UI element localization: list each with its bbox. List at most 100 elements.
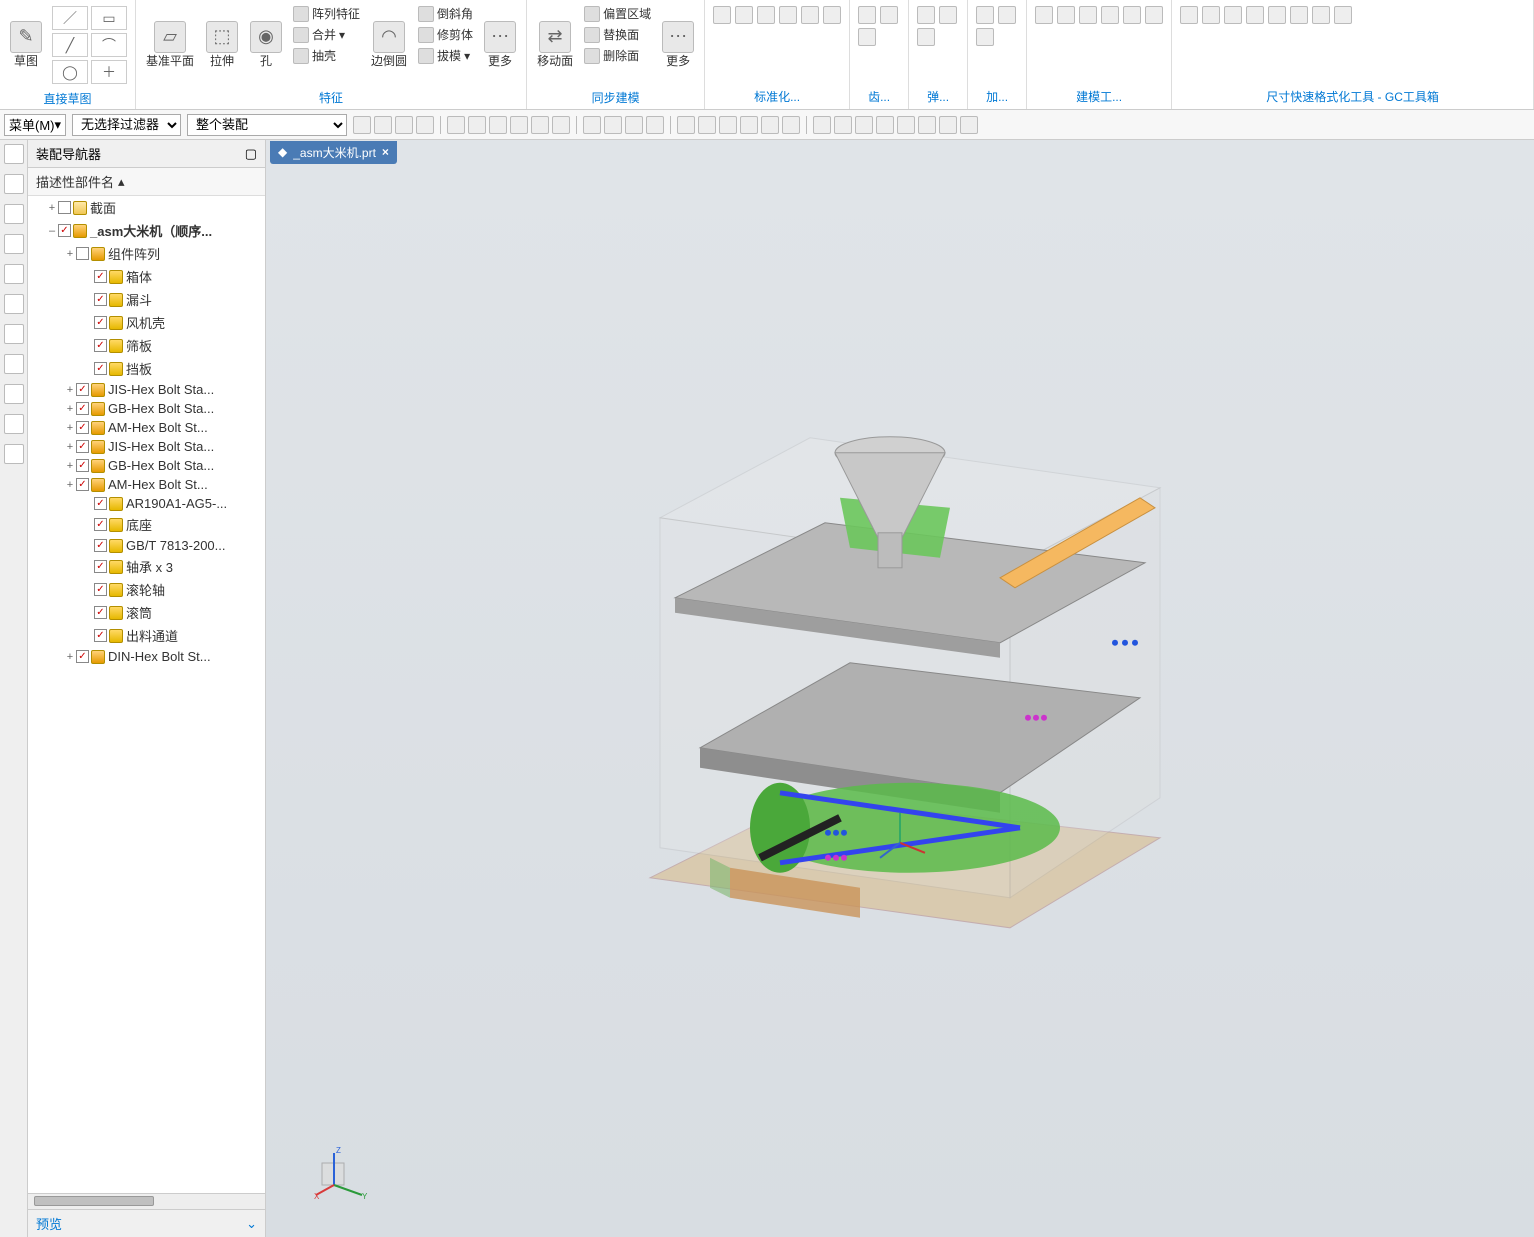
rail-ic9[interactable] — [4, 384, 24, 404]
checkbox[interactable] — [94, 606, 107, 619]
gear-ic3[interactable] — [858, 28, 876, 46]
tree-item-14[interactable]: AR190A1-AG5-... — [28, 494, 265, 513]
tree-item-1[interactable]: –_asm大米机（顺序... — [28, 219, 265, 242]
expand-icon[interactable]: + — [64, 248, 76, 260]
tb2-ic12[interactable] — [604, 116, 622, 134]
tb2-ic15[interactable] — [677, 116, 695, 134]
tree-item-2[interactable]: +组件阵列 — [28, 242, 265, 265]
expand-icon[interactable]: + — [64, 403, 76, 415]
rail-ic10[interactable] — [4, 414, 24, 434]
view-triad[interactable]: Z Y X — [314, 1141, 374, 1201]
gear-ic2[interactable] — [880, 6, 898, 24]
mt-ic5[interactable] — [1123, 6, 1141, 24]
tb2-ic18[interactable] — [740, 116, 758, 134]
std-ic5[interactable] — [801, 6, 819, 24]
extrude-button[interactable]: ⬚ 拉伸 — [200, 2, 244, 87]
offset-button[interactable]: 偏置区域 — [581, 4, 654, 23]
nav-dock-icon[interactable]: ▢ — [245, 146, 257, 162]
checkbox[interactable] — [58, 224, 71, 237]
checkbox[interactable] — [76, 440, 89, 453]
rail-ic8[interactable] — [4, 354, 24, 374]
unite-button[interactable]: 合并 ▾ — [290, 25, 363, 44]
tb2-ic4[interactable] — [416, 116, 434, 134]
tree-item-15[interactable]: 底座 — [28, 513, 265, 536]
expand-icon[interactable]: + — [64, 422, 76, 434]
nav-column-header[interactable]: 描述性部件名 ▴ — [28, 168, 265, 196]
replace-button[interactable]: 替换面 — [581, 25, 654, 44]
draft-button[interactable]: 拔模 ▾ — [415, 46, 476, 65]
tb2-ic1[interactable] — [353, 116, 371, 134]
tree-item-9[interactable]: +GB-Hex Bolt Sta... — [28, 399, 265, 418]
tree-item-4[interactable]: 漏斗 — [28, 288, 265, 311]
rect-tool[interactable]: ▭ — [91, 6, 127, 30]
tb2-ic10[interactable] — [552, 116, 570, 134]
checkbox[interactable] — [94, 583, 107, 596]
gc-ic2[interactable] — [1202, 6, 1220, 24]
scope-select[interactable]: 整个装配 — [187, 114, 347, 136]
tree-item-19[interactable]: 滚筒 — [28, 601, 265, 624]
checkbox[interactable] — [76, 247, 89, 260]
checkbox[interactable] — [58, 201, 71, 214]
expand-icon[interactable]: + — [64, 460, 76, 472]
gc-ic7[interactable] — [1312, 6, 1330, 24]
tree-item-7[interactable]: 挡板 — [28, 357, 265, 380]
checkbox[interactable] — [94, 293, 107, 306]
menu-button[interactable]: 菜单(M) ▾ — [4, 114, 66, 136]
deleteface-button[interactable]: 删除面 — [581, 46, 654, 65]
checkbox[interactable] — [76, 459, 89, 472]
checkbox[interactable] — [76, 478, 89, 491]
tb2-ic27[interactable] — [939, 116, 957, 134]
tb2-ic5[interactable] — [447, 116, 465, 134]
arc-tool[interactable]: ⌒ — [91, 33, 127, 57]
tree-item-18[interactable]: 滚轮轴 — [28, 578, 265, 601]
hole-button[interactable]: ◉ 孔 — [244, 2, 288, 87]
moveface-button[interactable]: ⇄ 移动面 — [531, 2, 579, 87]
tb2-ic7[interactable] — [489, 116, 507, 134]
rail-ic7[interactable] — [4, 324, 24, 344]
rail-ic3[interactable] — [4, 204, 24, 224]
spring-ic1[interactable] — [917, 6, 935, 24]
expand-icon[interactable]: – — [46, 225, 58, 237]
expand-icon[interactable]: + — [46, 202, 58, 214]
tb2-ic9[interactable] — [531, 116, 549, 134]
tb2-ic21[interactable] — [813, 116, 831, 134]
tree-item-10[interactable]: +AM-Hex Bolt St... — [28, 418, 265, 437]
spring-ic2[interactable] — [939, 6, 957, 24]
add-ic3[interactable] — [976, 28, 994, 46]
std-ic4[interactable] — [779, 6, 797, 24]
mt-ic2[interactable] — [1057, 6, 1075, 24]
rail-ic5[interactable] — [4, 264, 24, 284]
point-tool[interactable]: ╱ — [52, 33, 88, 57]
filter-select[interactable]: 无选择过滤器 — [72, 114, 181, 136]
tb2-ic25[interactable] — [897, 116, 915, 134]
tb2-ic26[interactable] — [918, 116, 936, 134]
line-tool[interactable]: ／ — [52, 6, 88, 30]
tree-item-16[interactable]: GB/T 7813-200... — [28, 536, 265, 555]
trim-button[interactable]: 修剪体 — [415, 25, 476, 44]
tree-item-0[interactable]: +截面 — [28, 196, 265, 219]
tree-item-17[interactable]: 轴承 x 3 — [28, 555, 265, 578]
datum-plane-button[interactable]: ▱ 基准平面 — [140, 2, 200, 87]
plus-tool[interactable]: ＋ — [91, 60, 127, 84]
gc-ic3[interactable] — [1224, 6, 1242, 24]
add-ic1[interactable] — [976, 6, 994, 24]
sync-more-button[interactable]: ⋯ 更多 — [656, 2, 700, 87]
gc-ic6[interactable] — [1290, 6, 1308, 24]
tree-item-8[interactable]: +JIS-Hex Bolt Sta... — [28, 380, 265, 399]
rail-pin-icon[interactable] — [4, 144, 24, 164]
gear-ic1[interactable] — [858, 6, 876, 24]
checkbox[interactable] — [76, 383, 89, 396]
gc-ic4[interactable] — [1246, 6, 1264, 24]
edgeblend-button[interactable]: ◠ 边倒圆 — [365, 2, 413, 87]
tree-item-13[interactable]: +AM-Hex Bolt St... — [28, 475, 265, 494]
std-ic6[interactable] — [823, 6, 841, 24]
checkbox[interactable] — [76, 402, 89, 415]
tree-item-3[interactable]: 箱体 — [28, 265, 265, 288]
tree-item-5[interactable]: 风机壳 — [28, 311, 265, 334]
rail-nav-icon[interactable] — [4, 174, 24, 194]
tab-close-icon[interactable]: × — [382, 145, 389, 159]
tb2-ic13[interactable] — [625, 116, 643, 134]
tree-item-12[interactable]: +GB-Hex Bolt Sta... — [28, 456, 265, 475]
tb2-ic22[interactable] — [834, 116, 852, 134]
preview-bar[interactable]: 预览 ⌄ — [28, 1209, 265, 1237]
